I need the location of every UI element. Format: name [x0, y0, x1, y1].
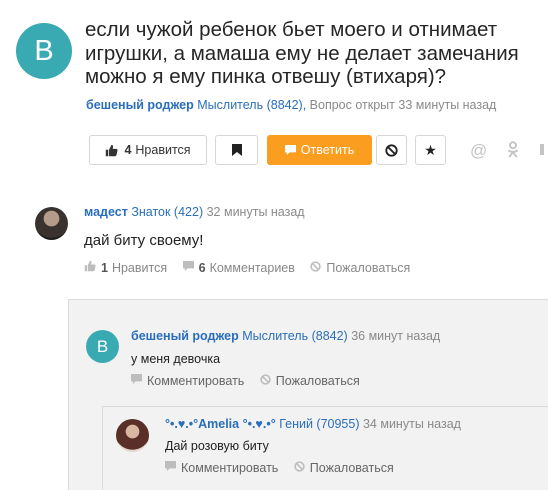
block-icon	[310, 261, 322, 275]
answer-comments-label: Комментариев	[209, 261, 295, 275]
star-icon: ★	[424, 141, 437, 158]
answer-author-rank: Знаток (422)	[131, 205, 204, 219]
speech-bubble-icon	[284, 144, 296, 155]
comment-author-link[interactable]: °•.♥.•°Amelia °•.♥.•°	[165, 417, 276, 431]
speech-bubble-icon	[131, 374, 142, 388]
like-label: Нравится	[135, 143, 191, 157]
comment-report-button[interactable]: Пожаловаться	[294, 461, 394, 475]
more-share-icon[interactable]	[540, 141, 548, 163]
answer-like-count: 1	[101, 260, 108, 275]
block-icon	[294, 461, 305, 475]
avatar-letter: B	[34, 34, 54, 67]
comment-reply-label: Комментировать	[147, 374, 245, 388]
comment-actions: Комментировать Пожаловаться	[131, 374, 372, 388]
comment-reply-label: Комментировать	[181, 461, 279, 475]
comment-text: у меня девочка	[131, 352, 221, 366]
question-author-avatar[interactable]: B	[16, 23, 72, 79]
comment-author-rank: Гений (70955)	[279, 417, 360, 431]
like-count: 4	[124, 143, 132, 157]
comment-author-avatar[interactable]: B	[86, 330, 119, 363]
answer-comments-button[interactable]: 6 Комментариев	[182, 261, 295, 275]
answer-like-label: Нравится	[111, 260, 168, 275]
block-icon	[260, 374, 271, 388]
comment-author-avatar[interactable]	[116, 419, 149, 452]
bookmark-icon	[231, 144, 242, 156]
comment-report-button[interactable]: Пожаловаться	[260, 374, 360, 388]
thumbs-up-icon	[84, 260, 96, 275]
comment-report-label: Пожаловаться	[275, 374, 360, 388]
question-status: Вопрос открыт 33 минуты назад	[309, 98, 497, 112]
question-title: если чужой ребенок бьет моего и отнимает…	[85, 18, 519, 88]
answer-time: 32 минуты назад	[206, 205, 305, 219]
comment-time: 36 минут назад	[351, 329, 441, 343]
speech-bubble-icon	[165, 461, 176, 475]
question-author-rank: Мыслитель (8842),	[197, 98, 307, 112]
block-button[interactable]	[376, 135, 407, 165]
answer-label: Ответить	[300, 143, 355, 157]
answer-comments-count: 6	[198, 261, 206, 275]
comment-actions: Комментировать Пожаловаться	[165, 461, 406, 475]
answer-actions: 1 Нравится 6 Комментариев Пожаловаться	[84, 260, 422, 275]
question-author-link[interactable]: бешеный роджер	[86, 98, 194, 112]
comment-reply-button[interactable]: Комментировать	[165, 461, 278, 475]
answer-like-button[interactable]: 1 Нравится	[84, 260, 167, 275]
comment-meta: бешеный роджер Мыслитель (8842) 36 минут…	[131, 329, 440, 343]
comments-thread: B бешеный роджер Мыслитель (8842) 36 мин…	[68, 299, 548, 490]
answer-author-avatar[interactable]	[35, 207, 68, 240]
answer-item: мадест Знаток (422) 32 минуты назад дай …	[0, 183, 548, 283]
email-share-icon[interactable]: @	[470, 141, 487, 161]
thumbs-up-icon	[106, 144, 118, 156]
avatar-letter: B	[96, 336, 109, 356]
answer-meta: мадест Знаток (422) 32 минуты назад	[84, 205, 305, 219]
comment-meta: °•.♥.•°Amelia °•.♥.•° Гений (70955) 34 м…	[165, 417, 461, 431]
block-icon	[385, 143, 398, 157]
answer-text: дай биту своему!	[84, 232, 204, 249]
answer-report-label: Пожаловаться	[326, 261, 411, 275]
odnoklassniki-share-icon[interactable]	[506, 141, 520, 163]
bookmark-button[interactable]	[215, 135, 258, 165]
comment-author-link[interactable]: бешеный роджер	[131, 329, 239, 343]
nested-comment: °•.♥.•°Amelia °•.♥.•° Гений (70955) 34 м…	[102, 406, 548, 490]
comment-report-label: Пожаловаться	[309, 461, 394, 475]
question-block: B если чужой ребенок бьет моего и отнима…	[0, 0, 548, 180]
comment-author-rank: Мыслитель (8842)	[242, 329, 348, 343]
comment-text: Дай розовую биту	[165, 439, 269, 453]
question-actions: 4 Нравится Ответить ★ @	[0, 135, 548, 165]
answer-author-link[interactable]: мадест	[84, 205, 128, 219]
comment-time: 34 минуты назад	[362, 417, 461, 431]
speech-bubble-icon	[182, 261, 194, 275]
question-meta: бешеный роджер Мыслитель (8842), Вопрос …	[86, 98, 496, 112]
comment-reply-button[interactable]: Комментировать	[131, 374, 244, 388]
answer-button[interactable]: Ответить	[267, 135, 372, 165]
answer-report-button[interactable]: Пожаловаться	[310, 261, 410, 275]
like-button[interactable]: 4 Нравится	[89, 135, 207, 165]
favorite-button[interactable]: ★	[415, 135, 446, 165]
